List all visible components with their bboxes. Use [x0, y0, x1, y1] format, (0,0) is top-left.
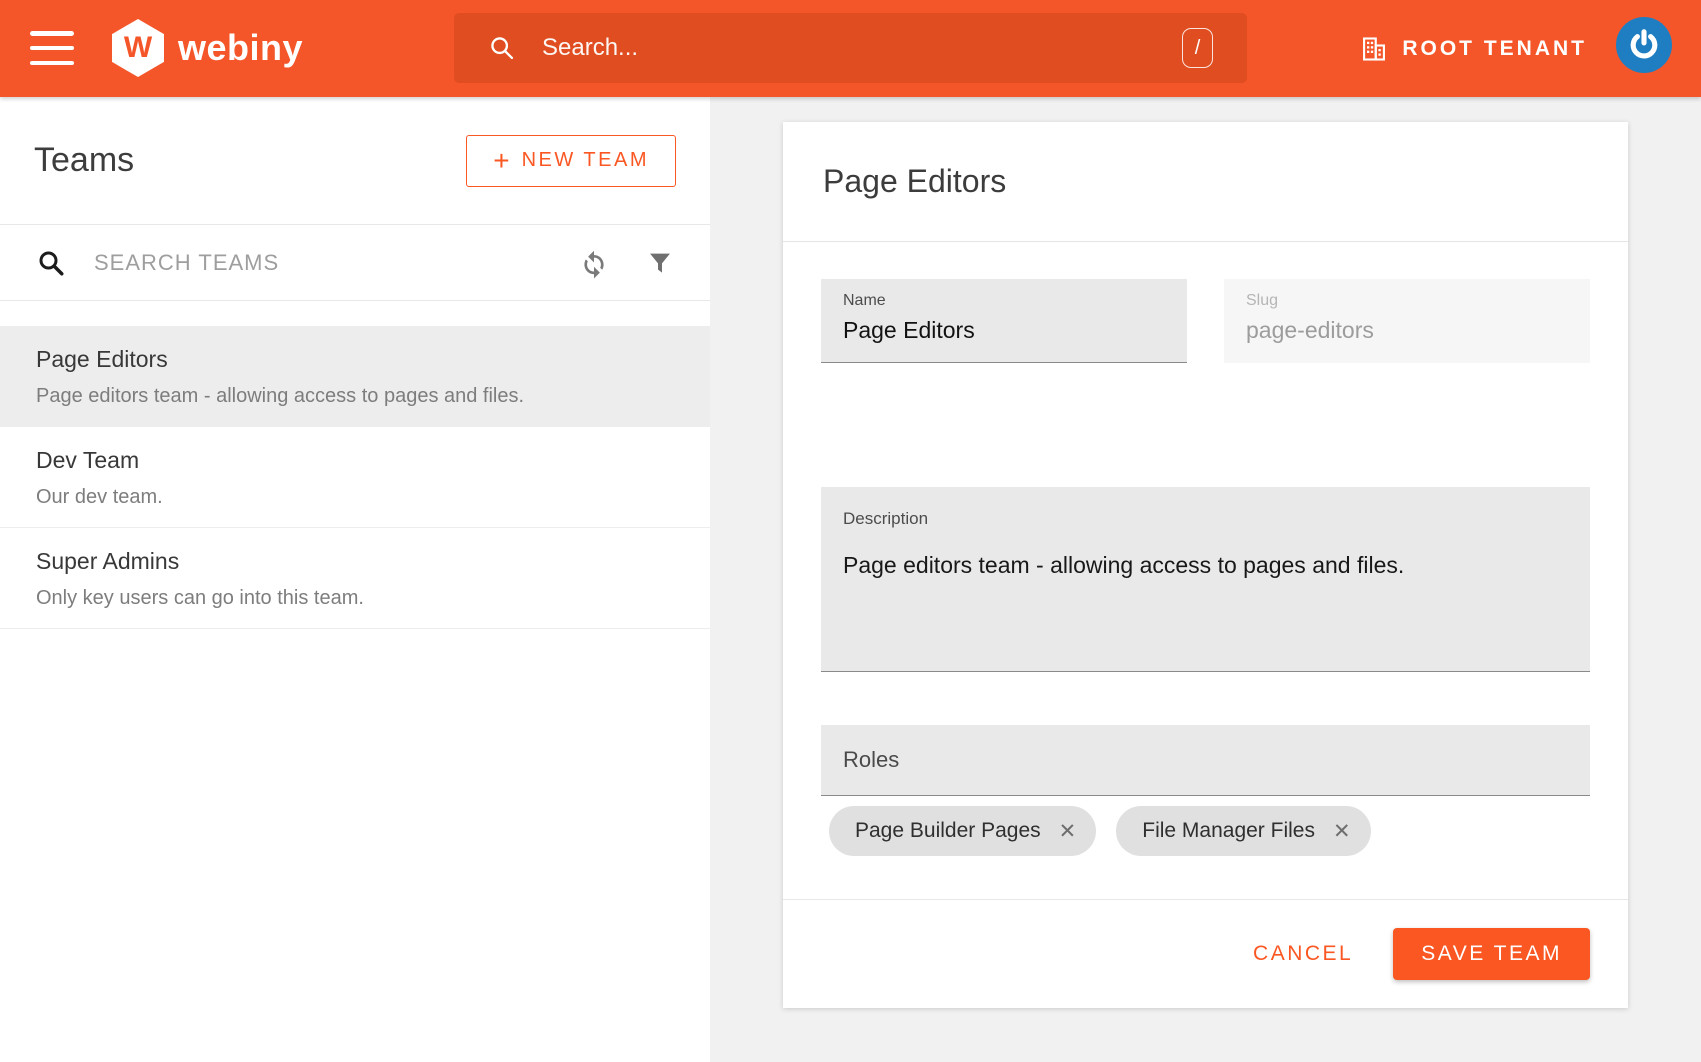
- filter-icon: [646, 249, 674, 277]
- webiny-logo[interactable]: W webiny: [112, 19, 303, 77]
- cancel-button[interactable]: CANCEL: [1253, 942, 1353, 966]
- team-name: Dev Team: [36, 447, 674, 474]
- name-field[interactable]: Name: [821, 279, 1187, 363]
- role-chip-page-builder-pages[interactable]: Page Builder Pages ✕: [829, 806, 1096, 856]
- team-description: Only key users can go into this team.: [36, 587, 674, 610]
- team-list: Page Editors Page editors team - allowin…: [0, 326, 710, 629]
- teams-search-row: [0, 225, 710, 301]
- save-team-button[interactable]: SAVE TEAM: [1393, 928, 1590, 980]
- slug-input: [1246, 317, 1568, 344]
- team-name: Super Admins: [36, 548, 674, 575]
- keyboard-shortcut-badge: /: [1182, 28, 1213, 68]
- form-footer: CANCEL SAVE TEAM: [783, 899, 1628, 1008]
- chip-label: Page Builder Pages: [855, 819, 1041, 843]
- new-team-button[interactable]: + NEW TEAM: [466, 135, 676, 187]
- name-field-label: Name: [843, 292, 1165, 310]
- tenant-selector[interactable]: ROOT TENANT: [1360, 0, 1587, 97]
- slug-field: Slug: [1224, 279, 1590, 363]
- selected-roles-chips: Page Builder Pages ✕ File Manager Files …: [821, 806, 1590, 856]
- team-description: Our dev team.: [36, 486, 674, 509]
- search-icon: [488, 34, 516, 62]
- global-search-bar[interactable]: /: [454, 13, 1247, 83]
- user-avatar[interactable]: [1616, 17, 1672, 73]
- webiny-hexagon-icon: W: [112, 19, 164, 77]
- top-app-bar: W webiny / ROOT TENANT: [0, 0, 1701, 97]
- new-team-button-label: NEW TEAM: [522, 149, 649, 172]
- description-field[interactable]: Description Page editors team - allowing…: [821, 487, 1590, 672]
- chip-label: File Manager Files: [1142, 819, 1315, 843]
- team-list-item-super-admins[interactable]: Super Admins Only key users can go into …: [0, 528, 710, 629]
- team-details-header: Page Editors: [783, 122, 1628, 242]
- teams-panel-header: Teams + NEW TEAM: [0, 97, 710, 225]
- plus-icon: +: [493, 145, 509, 177]
- team-form: Name Slug Description Page editors team …: [783, 242, 1628, 856]
- role-chip-file-manager-files[interactable]: File Manager Files ✕: [1116, 806, 1370, 856]
- team-description: Page editors team - allowing access to p…: [36, 385, 674, 408]
- tenant-name: ROOT TENANT: [1402, 37, 1587, 61]
- menu-icon[interactable]: [30, 31, 74, 65]
- brand-wordmark: webiny: [178, 27, 303, 69]
- building-icon: [1360, 35, 1388, 63]
- team-list-item-page-editors[interactable]: Page Editors Page editors team - allowin…: [0, 326, 710, 427]
- search-icon: [36, 248, 66, 278]
- team-name: Page Editors: [36, 346, 674, 373]
- filter-button[interactable]: [646, 249, 674, 277]
- teams-panel: Teams + NEW TEAM Page Editors Page edito…: [0, 97, 710, 1062]
- remove-icon[interactable]: ✕: [1333, 819, 1351, 844]
- team-details-title: Page Editors: [823, 163, 1006, 200]
- global-search-input[interactable]: [542, 34, 1182, 62]
- remove-icon[interactable]: ✕: [1059, 819, 1077, 844]
- teams-search-input[interactable]: [94, 250, 564, 276]
- page-title: Teams: [34, 141, 134, 180]
- roles-field[interactable]: Roles: [821, 725, 1590, 796]
- name-input[interactable]: [843, 317, 1165, 344]
- refresh-button[interactable]: [578, 247, 610, 279]
- slug-field-label: Slug: [1246, 292, 1568, 310]
- description-field-label: Description: [843, 509, 1568, 529]
- description-textarea[interactable]: Page editors team - allowing access to p…: [843, 552, 1568, 672]
- logo-initial: W: [124, 31, 152, 65]
- team-list-item-dev-team[interactable]: Dev Team Our dev team.: [0, 427, 710, 528]
- refresh-icon: [578, 247, 610, 279]
- team-details-card: Page Editors Name Slug Description Page …: [783, 122, 1628, 1008]
- power-icon: [1626, 27, 1662, 63]
- roles-field-label: Roles: [843, 747, 899, 773]
